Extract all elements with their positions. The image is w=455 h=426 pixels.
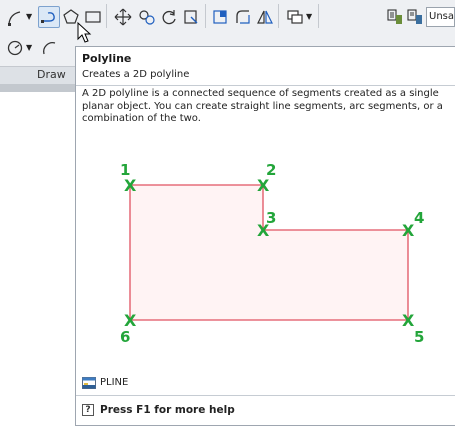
region-icon[interactable] xyxy=(210,6,232,28)
point-label-4: 4 xyxy=(414,209,424,227)
ribbon-separator xyxy=(278,4,279,28)
polyline-icon[interactable] xyxy=(38,6,60,28)
fillet-icon[interactable] xyxy=(232,6,254,28)
rotate-icon[interactable] xyxy=(158,6,180,28)
mirror-icon[interactable] xyxy=(254,6,276,28)
circle-icon[interactable] xyxy=(4,37,26,59)
layer-state-icon[interactable] xyxy=(404,6,426,28)
ribbon-separator xyxy=(106,4,107,28)
point-label-5: 5 xyxy=(414,328,424,346)
draw-panel-label: Draw xyxy=(37,68,66,81)
ribbon-separator xyxy=(318,4,319,28)
point-label-3: 3 xyxy=(266,209,276,227)
help-text: Press F1 for more help xyxy=(100,404,235,416)
arc-icon[interactable] xyxy=(38,37,60,59)
layer-dropdown-icon[interactable]: ▼ xyxy=(306,12,312,21)
point-label-1: 1 xyxy=(120,161,130,179)
point-label-6: 6 xyxy=(120,328,130,346)
polyline-diagram: X X X X X X 1 2 3 4 5 6 xyxy=(120,161,424,346)
layer-icon[interactable] xyxy=(284,6,306,28)
ribbon-separator xyxy=(205,4,206,28)
style-combo[interactable]: Unsav xyxy=(426,7,455,27)
move-icon[interactable] xyxy=(112,6,134,28)
tooltip-divider-bottom xyxy=(76,395,455,396)
command-name: PLINE xyxy=(100,377,129,388)
pline-command-icon xyxy=(82,377,96,389)
ribbon-bottom-edge xyxy=(0,84,75,92)
copy-icon[interactable] xyxy=(136,6,158,28)
trim-icon[interactable] xyxy=(180,6,202,28)
help-icon: ? xyxy=(82,404,94,416)
line-icon[interactable] xyxy=(4,7,26,29)
point-label-2: 2 xyxy=(266,161,276,179)
polyline-shape xyxy=(129,184,409,321)
mouse-cursor-icon xyxy=(77,22,92,43)
match-properties-icon[interactable] xyxy=(384,6,406,28)
line-dropdown-icon[interactable]: ▼ xyxy=(26,12,32,21)
circle-dropdown-icon[interactable]: ▼ xyxy=(26,43,32,52)
polyline-tooltip: Polyline Creates a 2D polyline A 2D poly… xyxy=(75,46,455,426)
